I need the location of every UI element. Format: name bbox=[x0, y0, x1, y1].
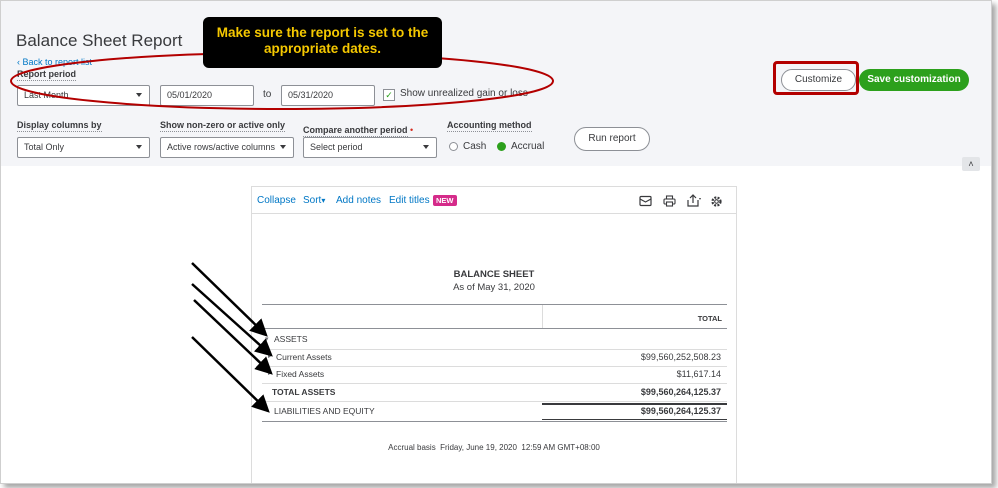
annotation-arrow bbox=[191, 336, 270, 413]
annotation-arrows-svg bbox=[191, 262, 273, 413]
app-window: Balance Sheet Report ‹ Back to report li… bbox=[0, 0, 992, 484]
annotation-arrow bbox=[191, 283, 273, 357]
annotation-arrow bbox=[191, 262, 268, 337]
annotation-arrow bbox=[193, 299, 273, 375]
